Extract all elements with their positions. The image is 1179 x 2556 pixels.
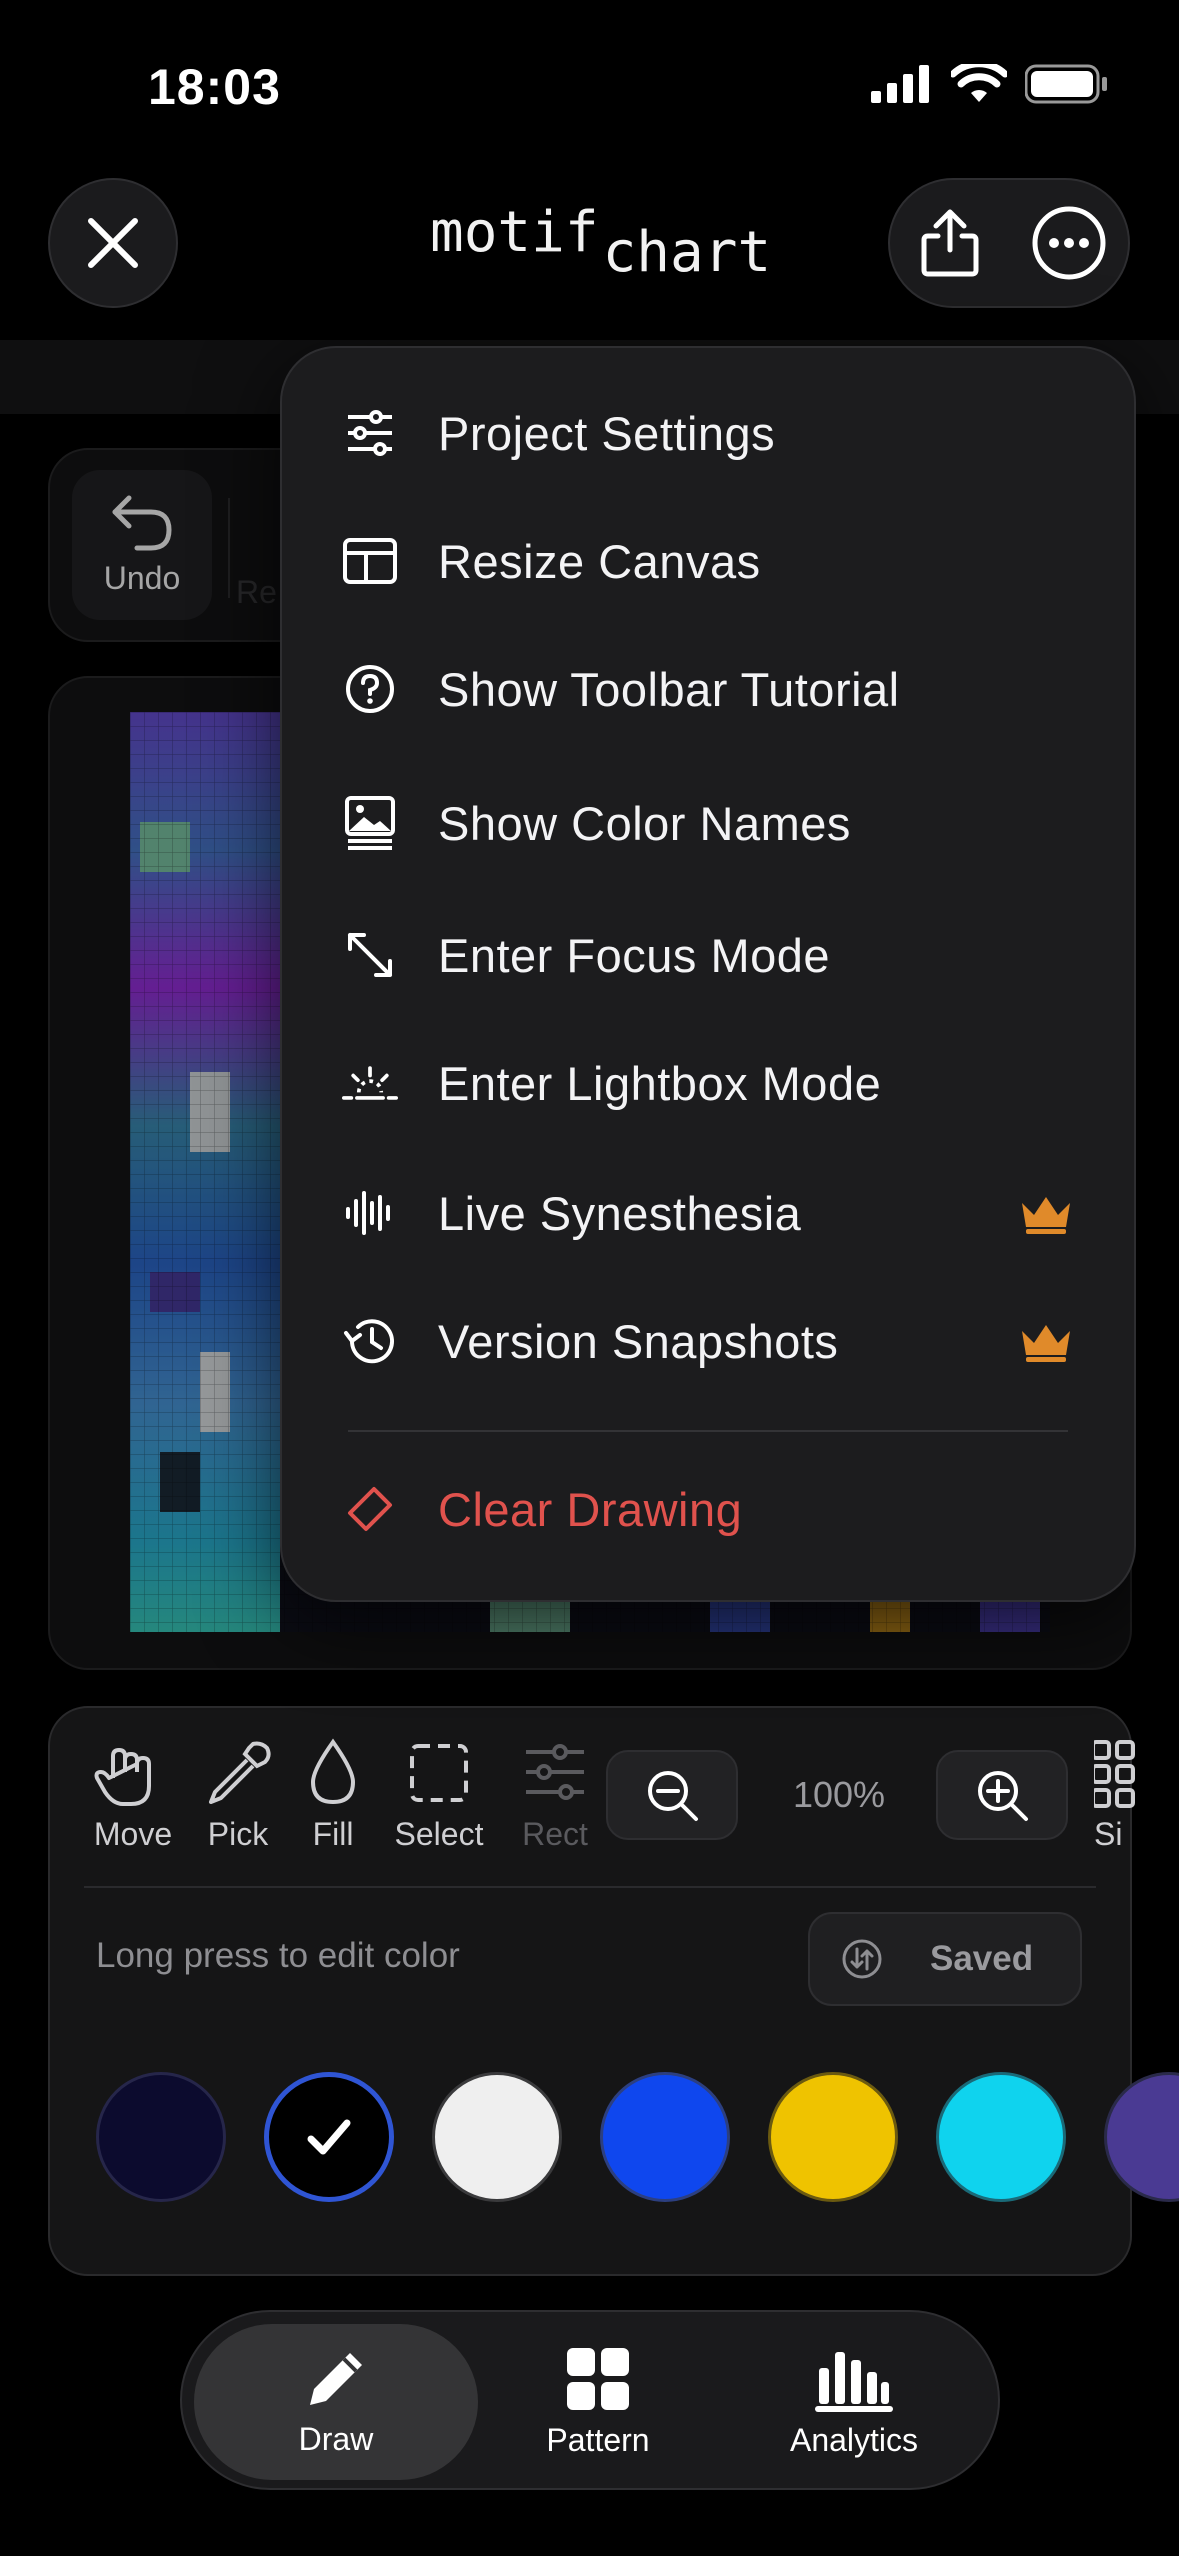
zoom-out-button[interactable] [606,1750,738,1840]
nav-pattern-label: Pattern [546,2421,650,2458]
share-icon [921,209,978,277]
nav-analytics[interactable]: Analytics [718,2324,990,2480]
saved-label: Saved [930,1939,1034,1978]
grid-icon [567,2347,629,2410]
menu-item-version-snapshots[interactable]: Version Snapshots [342,1296,1074,1386]
menu-item-toolbar-tutorial[interactable]: Show Toolbar Tutorial [342,644,1074,734]
menu-item-focus-mode[interactable]: Enter Focus Mode [342,910,1074,1000]
menu-item-label: Project Settings [438,406,776,460]
more-menu: Project Settings Resize Canvas Show Tool… [280,346,1136,1602]
status-icons [871,64,1109,104]
bar-chart-icon [815,2351,893,2412]
menu-item-resize-canvas[interactable]: Resize Canvas [342,516,1074,606]
logo-main: motif [430,200,599,265]
sync-icon [842,1939,882,1979]
tools-divider [84,1886,1096,1888]
menu-item-show-color-names[interactable]: Show Color Names [342,778,1074,868]
nav-draw-label: Draw [298,2420,374,2457]
wifi-icon [951,64,1007,102]
zoom-out-icon [648,1771,698,1821]
tool-select[interactable]: Select [374,1738,504,1853]
hand-icon [94,1748,151,1806]
menu-item-label: Enter Focus Mode [438,928,831,982]
crown-icon [1022,1325,1070,1362]
color-swatch[interactable] [96,2072,226,2202]
menu-item-live-synesthesia[interactable]: Live Synesthesia [342,1168,1074,1258]
history-icon [344,1319,394,1364]
zoom-in-icon [978,1771,1028,1821]
app-logo: motifchart [430,200,771,285]
menu-item-label: Resize Canvas [438,534,761,588]
nav-pattern[interactable]: Pattern [478,2324,718,2480]
color-swatch[interactable] [768,2072,898,2202]
zoom-in-button[interactable] [936,1750,1068,1840]
tools-row: Move Pick Fill Select Rect 100% Si [64,1730,1164,1860]
more-icon [1032,206,1105,280]
color-swatch-selected[interactable] [264,2072,394,2202]
grid-size-icon [1094,1740,1135,1808]
cellular-signal-icon [871,65,929,103]
close-button[interactable] [48,178,178,308]
tool-rect[interactable]: Rect [500,1738,610,1853]
saved-button[interactable]: Saved [808,1912,1082,2006]
more-button[interactable] [1019,193,1119,293]
menu-item-label: Live Synesthesia [438,1186,802,1240]
sliders-icon [348,410,392,456]
eraser-icon [348,1487,392,1531]
crown-icon [1022,1197,1070,1234]
tool-pick-label: Pick [207,1816,269,1852]
logo-sub: chart [602,220,772,285]
share-button[interactable] [900,193,1000,293]
pencil-icon [310,2352,362,2405]
menu-item-project-settings[interactable]: Project Settings [342,388,1074,478]
menu-divider [348,1430,1068,1432]
tool-fill[interactable]: Fill [288,1738,378,1853]
tool-size[interactable]: Si [1094,1738,1154,1853]
menu-item-label: Show Color Names [438,796,851,850]
tool-pick[interactable]: Pick [188,1738,288,1853]
tool-fill-label: Fill [312,1816,354,1852]
menu-item-lightbox-mode[interactable]: Enter Lightbox Mode [342,1038,1074,1128]
tool-move-label: Move [93,1816,173,1852]
zoom-level: 100% [792,1774,886,1815]
drop-icon [310,1738,356,1805]
color-swatch[interactable] [600,2072,730,2202]
tool-move[interactable]: Move [78,1738,188,1853]
header-actions [888,178,1130,308]
menu-item-label: Clear Drawing [438,1482,743,1536]
help-icon [346,665,394,713]
eyedropper-icon [209,1741,271,1804]
image-icon [345,796,395,850]
close-icon [88,218,138,268]
status-time: 18:03 [148,59,281,115]
nav-analytics-label: Analytics [789,2421,919,2458]
nav-draw[interactable]: Draw [194,2324,478,2480]
rect-icon [526,1744,584,1800]
menu-item-clear-drawing[interactable]: Clear Drawing [342,1464,1074,1554]
waveform-icon [346,1191,390,1235]
menu-item-label: Show Toolbar Tutorial [438,662,900,716]
layout-icon [343,538,397,584]
tool-select-label: Select [394,1816,484,1852]
color-swatch[interactable] [432,2072,562,2202]
menu-item-label: Version Snapshots [438,1314,839,1368]
tool-rect-label: Rect [522,1816,588,1852]
bottom-nav: Draw Pattern Analytics [180,2310,1000,2490]
palette-hint: Long press to edit color [96,1936,460,1975]
color-swatch[interactable] [936,2072,1066,2202]
tool-size-label: Si [1094,1816,1123,1852]
sunrise-icon [342,1066,398,1100]
menu-item-label: Enter Lightbox Mode [438,1056,882,1110]
checkmark-icon [307,2119,351,2155]
expand-icon [348,933,392,977]
select-icon [410,1744,468,1802]
battery-icon [1025,64,1107,104]
